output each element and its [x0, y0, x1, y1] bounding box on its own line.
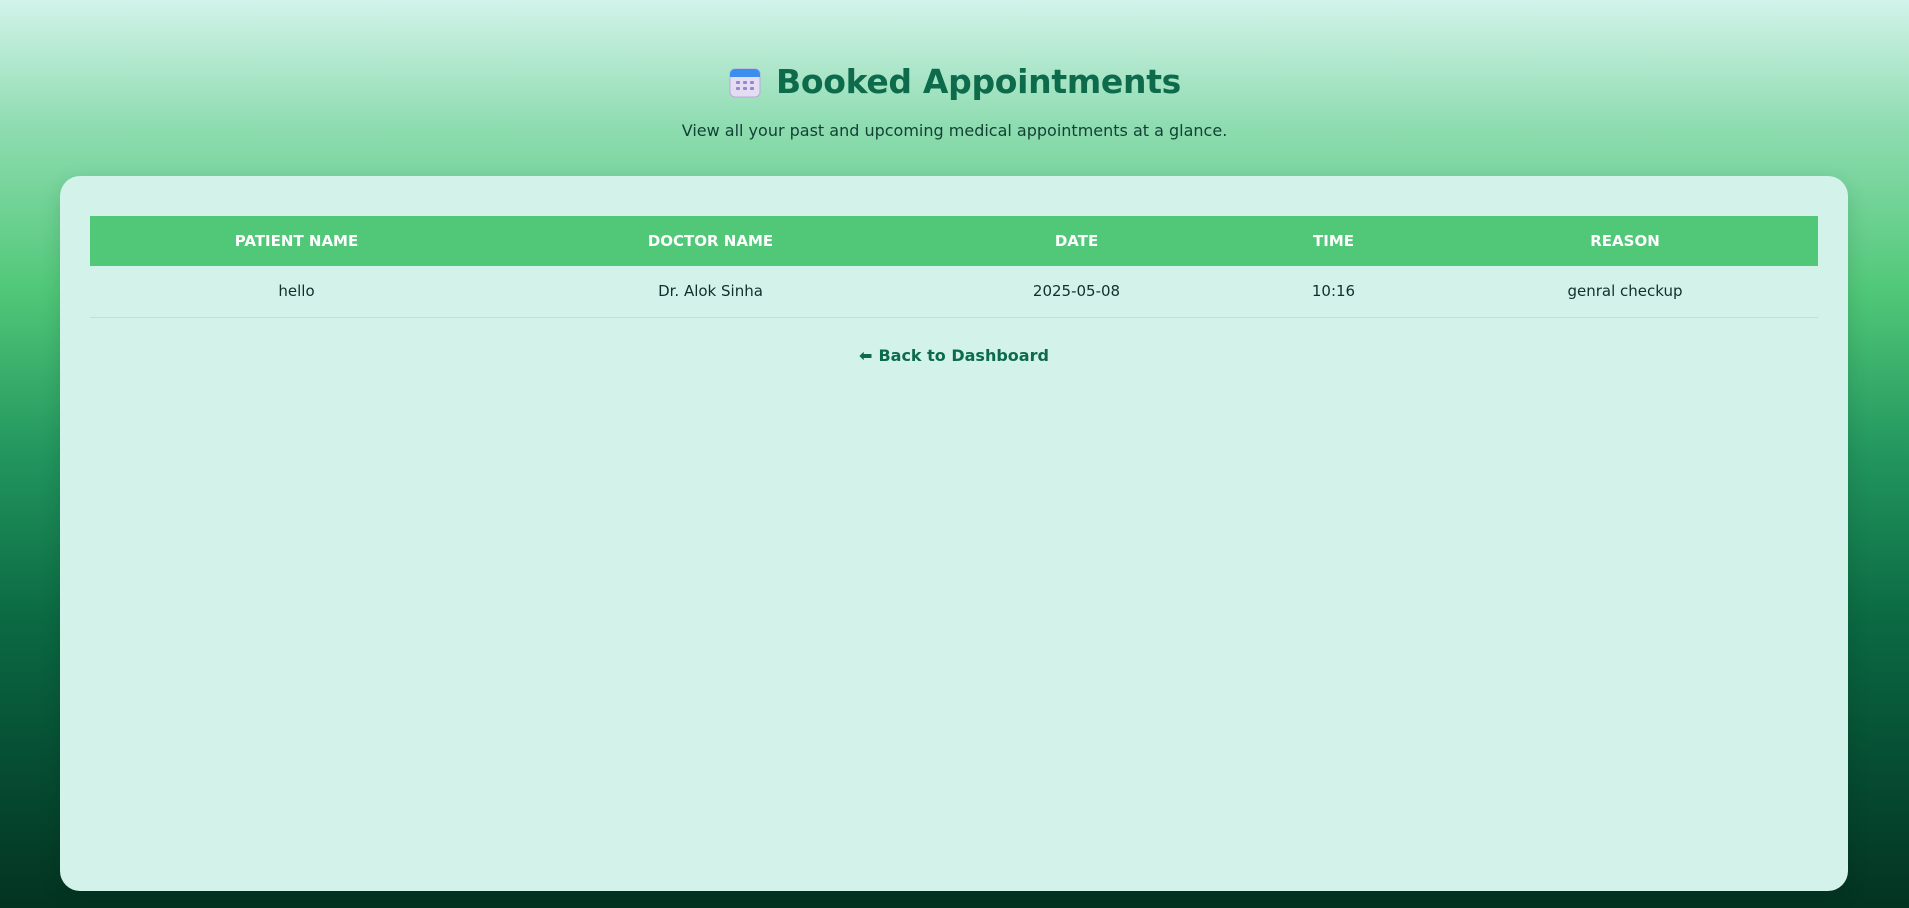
appointments-table: Patient Name Doctor Name Date Time Reaso…	[90, 216, 1818, 318]
column-header-time: Time	[1313, 232, 1354, 250]
page-subtitle: View all your past and upcoming medical …	[681, 121, 1228, 140]
table-header-row: Patient Name Doctor Name Date Time Reaso…	[90, 216, 1818, 266]
back-to-dashboard-link[interactable]: ⬅ Back to Dashboard	[859, 346, 1049, 365]
cell-doctor-name: Dr. Alok Sinha	[503, 266, 918, 318]
column-header-date: Date	[1054, 232, 1099, 250]
cell-reason: genral checkup	[1432, 266, 1818, 318]
page-title: Booked Appointments	[775, 62, 1182, 101]
column-header-reason: Reason	[1590, 232, 1660, 250]
back-link-container: ⬅ Back to Dashboard	[90, 346, 1818, 365]
cell-patient-name: hello	[90, 266, 503, 318]
arrow-left-icon: ⬅	[859, 345, 873, 365]
cell-time: 10:16	[1235, 266, 1432, 318]
cell-date: 2025-05-08	[918, 266, 1235, 318]
page-header: Booked Appointments View all your past a…	[0, 62, 1909, 140]
column-header-doctor-name: Doctor Name	[647, 232, 774, 250]
appointments-card: Patient Name Doctor Name Date Time Reaso…	[60, 176, 1848, 891]
calendar-icon	[728, 65, 762, 99]
column-header-patient-name: Patient Name	[234, 232, 359, 250]
back-link-label: Back to Dashboard	[878, 346, 1049, 365]
table-row: hello Dr. Alok Sinha 2025-05-08 10:16 ge…	[90, 266, 1818, 318]
title-row: Booked Appointments	[0, 62, 1909, 101]
